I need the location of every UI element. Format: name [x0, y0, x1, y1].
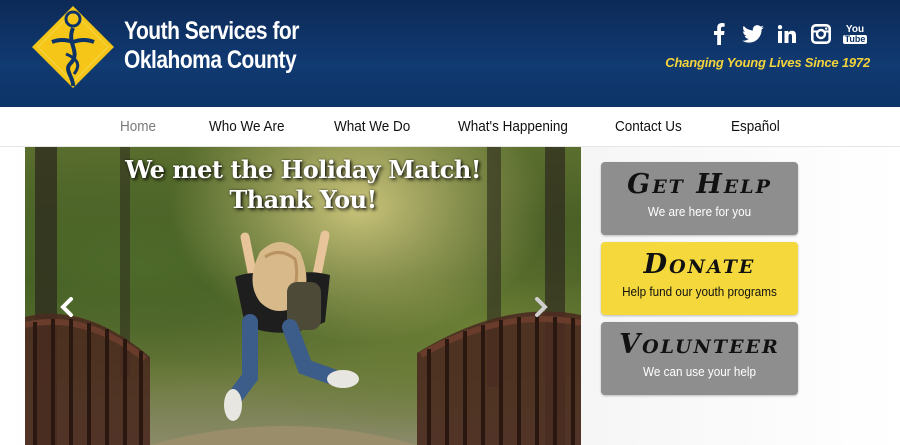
- org-name-line1: Youth Services for: [124, 17, 299, 45]
- nav-who-we-are[interactable]: Who We Are: [209, 118, 285, 135]
- slider-next-arrow[interactable]: [531, 297, 551, 317]
- slide-caption-line2: Thank You!: [229, 185, 377, 214]
- nav-home[interactable]: Home: [120, 118, 156, 135]
- get-help-button[interactable]: Get Help We are here for you: [601, 162, 798, 235]
- slide-caption: We met the Holiday Match! Thank You!: [25, 155, 581, 215]
- tagline: Changing Young Lives Since 1972: [665, 55, 870, 70]
- slider-prev-arrow[interactable]: [57, 297, 77, 317]
- chevron-right-icon: [535, 297, 548, 317]
- donate-subtitle: Help fund our youth programs: [622, 284, 777, 299]
- donate-title: Donate: [643, 249, 756, 280]
- org-name-line2: Oklahoma County: [124, 46, 297, 74]
- linkedin-icon[interactable]: [776, 22, 798, 46]
- main-nav: Home Who We Are What We Do What's Happen…: [0, 107, 900, 147]
- nav-what-we-do[interactable]: What We Do: [334, 118, 410, 135]
- youtube-icon[interactable]: You Tube: [842, 22, 868, 46]
- get-help-subtitle: We are here for you: [647, 204, 752, 219]
- facebook-icon[interactable]: [708, 22, 730, 46]
- slide-caption-line1: We met the Holiday Match!: [125, 155, 481, 184]
- instagram-icon[interactable]: [810, 22, 832, 46]
- youtube-label-you: You: [845, 23, 865, 35]
- youtube-label-tube: Tube: [842, 33, 868, 44]
- nav-espanol[interactable]: Español: [731, 118, 780, 135]
- logo[interactable]: [30, 4, 116, 90]
- org-name[interactable]: Youth Services for Oklahoma County: [124, 17, 309, 75]
- volunteer-button[interactable]: Volunteer We can use your help: [601, 322, 798, 395]
- twitter-icon[interactable]: [742, 22, 764, 46]
- donate-button[interactable]: Donate Help fund our youth programs: [601, 242, 798, 315]
- nav-contact-us[interactable]: Contact Us: [615, 118, 682, 135]
- site-header: Youth Services for Oklahoma County You T…: [0, 0, 900, 107]
- volunteer-title: Volunteer: [619, 329, 780, 360]
- volunteer-subtitle: We can use your help: [643, 364, 756, 379]
- social-links: You Tube: [708, 22, 868, 46]
- jumping-child-photo: [224, 230, 359, 421]
- hero-slider[interactable]: We met the Holiday Match! Thank You!: [25, 147, 581, 445]
- chevron-left-icon: [60, 297, 73, 317]
- get-help-title: Get Help: [627, 169, 772, 200]
- nav-whats-happening[interactable]: What's Happening: [458, 118, 568, 135]
